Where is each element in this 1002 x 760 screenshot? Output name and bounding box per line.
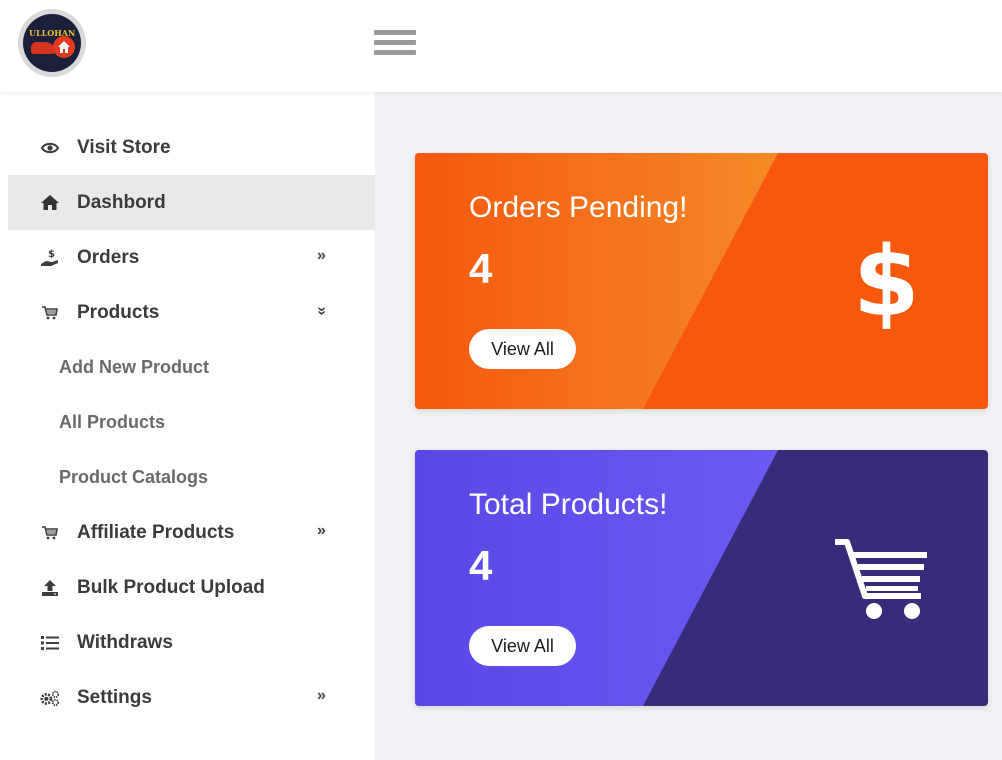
cogs-icon bbox=[40, 689, 60, 707]
card-title: Orders Pending! bbox=[469, 191, 688, 224]
cart-icon bbox=[40, 305, 60, 321]
sidebar-item-bulk-product-upload[interactable]: Bulk Product Upload bbox=[8, 560, 375, 615]
svg-text:$: $ bbox=[48, 249, 55, 260]
sidebar-subitem-label: Add New Product bbox=[59, 357, 210, 377]
sidebar-subitem-label: All Products bbox=[59, 412, 166, 432]
chevron-double-down-icon[interactable]: » bbox=[312, 307, 330, 316]
sidebar-item-affiliate-products[interactable]: Affiliate Products » bbox=[8, 505, 375, 560]
total-products-card: Total Products! 4 View All bbox=[415, 450, 988, 706]
upload-icon bbox=[40, 579, 60, 597]
card-count: 4 bbox=[469, 542, 493, 589]
eye-icon bbox=[40, 141, 60, 155]
dollar-icon: $ bbox=[853, 226, 920, 338]
sidebar-item-label: Dashbord bbox=[77, 191, 166, 213]
top-header: ULLOHAN bbox=[0, 0, 1002, 92]
sidebar-item-label: Orders bbox=[77, 246, 140, 268]
sidebar: Visit Store Dashbord $ Orders » Products… bbox=[0, 92, 375, 760]
list-icon bbox=[40, 635, 60, 650]
sidebar-item-products[interactable]: Products » bbox=[8, 285, 375, 340]
chevron-double-right-icon[interactable]: » bbox=[317, 247, 326, 265]
brand-logo[interactable]: ULLOHAN bbox=[18, 9, 86, 77]
card-title: Total Products! bbox=[469, 488, 668, 521]
cart-icon bbox=[40, 525, 60, 541]
brand-logo-icon: ULLOHAN bbox=[23, 14, 81, 72]
hamburger-icon[interactable] bbox=[374, 30, 416, 58]
sidebar-item-settings[interactable]: Settings » bbox=[8, 670, 375, 725]
sidebar-subitem-label: Product Catalogs bbox=[59, 467, 209, 487]
sidebar-item-dashboard[interactable]: Dashbord bbox=[8, 175, 375, 230]
sidebar-item-label: Bulk Product Upload bbox=[77, 576, 265, 598]
chevron-double-right-icon[interactable]: » bbox=[317, 522, 326, 540]
card-count: 4 bbox=[469, 245, 493, 292]
svg-text:$: $ bbox=[853, 233, 913, 329]
sidebar-item-label: Products bbox=[77, 301, 160, 323]
orders-pending-card: Orders Pending! 4 View All $ bbox=[415, 153, 988, 409]
view-all-orders-button[interactable]: View All bbox=[469, 329, 576, 369]
sidebar-item-orders[interactable]: $ Orders » bbox=[8, 230, 375, 285]
home-icon bbox=[40, 194, 60, 211]
sidebar-item-visit-store[interactable]: Visit Store bbox=[8, 120, 375, 175]
sidebar-subitem-product-catalogs[interactable]: Product Catalogs bbox=[8, 450, 375, 505]
sidebar-subitem-add-new-product[interactable]: Add New Product bbox=[8, 340, 375, 395]
main-content: Orders Pending! 4 View All $ Total Produ… bbox=[375, 92, 1002, 760]
sidebar-item-label: Affiliate Products bbox=[77, 521, 235, 543]
chevron-double-right-icon[interactable]: » bbox=[317, 687, 326, 705]
hand-dollar-icon: $ bbox=[40, 248, 60, 268]
view-all-products-button[interactable]: View All bbox=[469, 626, 576, 666]
sidebar-item-label: Withdraws bbox=[77, 631, 173, 653]
sidebar-subitem-all-products[interactable]: All Products bbox=[8, 395, 375, 450]
shopping-cart-icon bbox=[833, 538, 933, 625]
sidebar-item-label: Settings bbox=[77, 686, 152, 708]
sidebar-item-withdraws[interactable]: Withdraws bbox=[8, 615, 375, 670]
sidebar-item-label: Visit Store bbox=[77, 136, 171, 158]
sidebar-menu: Visit Store Dashbord $ Orders » Products… bbox=[8, 120, 375, 725]
